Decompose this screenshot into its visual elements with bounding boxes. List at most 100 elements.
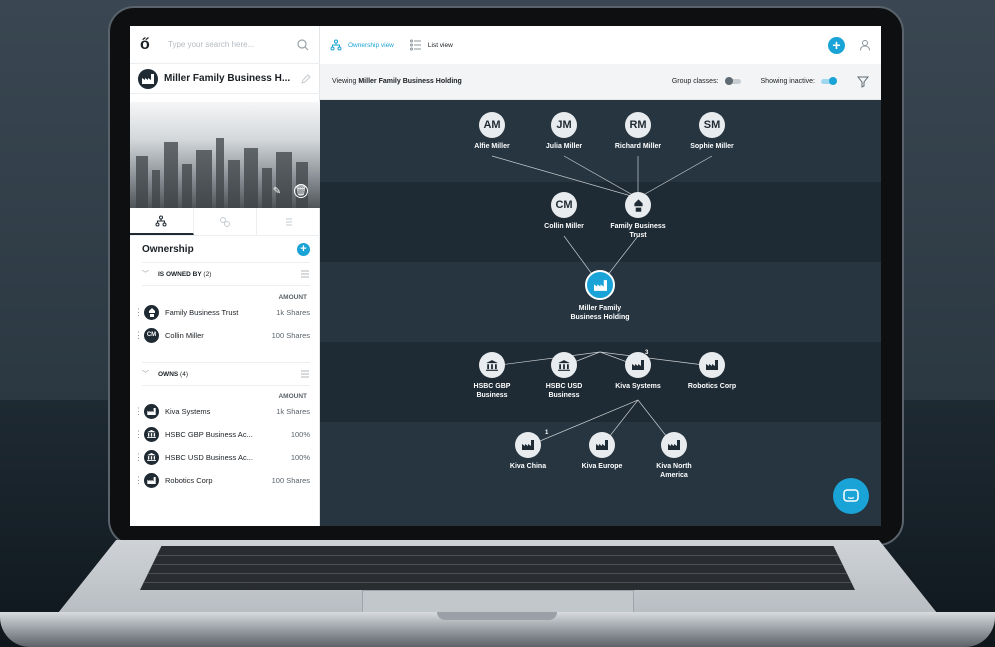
entity-cover-photo: ✎ 🗑 [130, 102, 320, 208]
graph-node-person[interactable]: SM Sophie Miller [667, 112, 757, 151]
owned-name: Kiva Systems [165, 406, 211, 416]
top-bar: Ownership view List view + [320, 26, 881, 64]
list-view-label: List view [427, 41, 453, 49]
trust-icon [144, 304, 159, 320]
viewing-prefix: Viewing [332, 78, 357, 85]
chat-button[interactable] [833, 478, 869, 514]
filter-icon[interactable] [857, 76, 869, 88]
hierarchy-icon [330, 39, 342, 51]
graph-node-company[interactable]: Robotics Corp [667, 352, 757, 391]
view-subbar: Viewing Miller Family Business Holding G… [320, 64, 881, 100]
class-count-badge: 3 [645, 350, 649, 356]
drag-handle-icon[interactable]: ⋮ [134, 331, 143, 340]
list-icon [409, 39, 421, 51]
owned-row[interactable]: ⋮ Kiva Systems 1k Shares [134, 402, 310, 420]
drag-handle-icon[interactable]: ⋮ [134, 453, 143, 462]
owner-row[interactable]: ⋮ Family Business Trust 1k Shares [134, 303, 310, 321]
class-count-badge: 1 [545, 430, 549, 436]
search-input[interactable]: Type your search here... [168, 40, 296, 49]
amount-header: AMOUNT [278, 294, 307, 301]
factory-icon [699, 352, 725, 378]
list-icon[interactable] [300, 369, 310, 379]
graph-node-selected[interactable]: Miller Family Business Holding [555, 270, 645, 322]
factory-icon [589, 432, 615, 458]
viewing-text: Viewing Miller Family Business Holding [332, 78, 462, 85]
person-avatar: JM [551, 112, 577, 138]
owned-row[interactable]: ⋮ HSBC USD Business Ac... 100% [134, 448, 310, 466]
tab-details[interactable] [257, 208, 320, 235]
add-button[interactable]: + [828, 36, 845, 54]
node-label: Robotics Corp [687, 383, 737, 390]
owns-count: (4) [180, 370, 188, 378]
chevron-down-icon[interactable]: ﹀ [142, 369, 158, 379]
delete-photo-icon[interactable]: 🗑 [294, 184, 308, 198]
person-avatar: AM [479, 112, 505, 138]
owned-name: HSBC GBP Business Ac... [165, 429, 253, 439]
sidebar-tabs [130, 208, 320, 236]
showing-inactive-toggle[interactable] [821, 77, 837, 85]
tab-ownership-view[interactable]: Ownership view [330, 39, 394, 51]
node-label: Miller Family Business Holding [570, 305, 630, 321]
group-classes-label: Group classes: [671, 78, 719, 85]
factory-icon [515, 432, 541, 458]
edit-photo-icon[interactable]: ✎ [270, 184, 284, 198]
owns-section-header[interactable]: ﹀ OWNS (4) [142, 362, 310, 386]
laptop-notch [437, 612, 557, 620]
person-avatar: CM [144, 327, 159, 343]
graph-node-company[interactable]: Kiva North America [629, 432, 719, 480]
list-icon[interactable] [300, 269, 310, 279]
owned-by-section-header[interactable]: ﹀ IS OWNED BY (2) [142, 262, 310, 286]
showing-inactive-label: Showing inactive: [760, 78, 815, 85]
entity-title: Miller Family Business H... [164, 73, 291, 84]
bank-icon [479, 352, 505, 378]
bank-icon [144, 449, 159, 465]
search-icon[interactable] [296, 38, 310, 52]
add-ownership-button[interactable]: + [297, 242, 310, 256]
person-avatar: CM [551, 192, 577, 218]
owned-row[interactable]: ⋮ HSBC GBP Business Ac... 100% [134, 425, 310, 443]
ownership-header: Ownership + [142, 240, 310, 258]
owned-by-count: (2) [203, 270, 212, 278]
owner-name: Collin Miller [165, 330, 204, 340]
bank-icon [551, 352, 577, 378]
drag-handle-icon[interactable]: ⋮ [134, 430, 143, 439]
drag-handle-icon[interactable]: ⋮ [134, 407, 143, 416]
ownership-graph: AM Alfie Miller JM Julia Miller RM Richa… [320, 100, 881, 526]
drag-handle-icon[interactable]: ⋮ [134, 308, 143, 317]
node-label: Sophie Miller [690, 143, 734, 150]
owned-amount: 1k Shares [276, 406, 310, 416]
document-icon [285, 218, 292, 225]
node-label: HSBC USD Business [545, 383, 583, 399]
owned-amount: 100% [290, 452, 310, 462]
graph-node-trust[interactable]: Family Business Trust [593, 192, 683, 240]
drag-handle-icon[interactable]: ⋮ [134, 476, 143, 485]
owner-amount: 100 Shares [271, 330, 310, 340]
owned-amount: 100% [290, 429, 310, 439]
amount-header: AMOUNT [278, 393, 307, 400]
viewing-entity: Miller Family Business Holding [358, 78, 462, 85]
app-logo-icon[interactable]: ő [140, 36, 160, 54]
owner-row[interactable]: ⋮ CM Collin Miller 100 Shares [134, 326, 310, 344]
user-icon[interactable] [859, 39, 871, 51]
ownership-view-label: Ownership view [348, 41, 394, 49]
edit-pencil-icon[interactable] [300, 73, 312, 85]
search-bar: ő Type your search here... [130, 26, 320, 64]
factory-icon [144, 403, 159, 419]
bank-icon [144, 426, 159, 442]
group-classes-toggle[interactable] [724, 77, 741, 85]
owned-row[interactable]: ⋮ Robotics Corp 100 Shares [134, 471, 310, 489]
owned-amount: 100 Shares [271, 475, 310, 485]
sidebar: ő Type your search here... Miller Family… [130, 26, 320, 526]
chevron-down-icon[interactable]: ﹀ [142, 269, 158, 279]
tab-relations[interactable] [194, 208, 258, 235]
node-label: HSBC GBP Business [473, 383, 511, 399]
link-icon [220, 216, 230, 227]
tab-ownership[interactable] [130, 208, 194, 235]
owned-name: HSBC USD Business Ac... [165, 452, 253, 462]
factory-icon [138, 68, 158, 89]
entity-header: Miller Family Business H... [130, 64, 320, 94]
chat-icon [843, 489, 859, 502]
owner-amount: 1k Shares [276, 307, 310, 317]
tab-list-view[interactable]: List view [409, 39, 453, 51]
keyboard [140, 546, 855, 590]
